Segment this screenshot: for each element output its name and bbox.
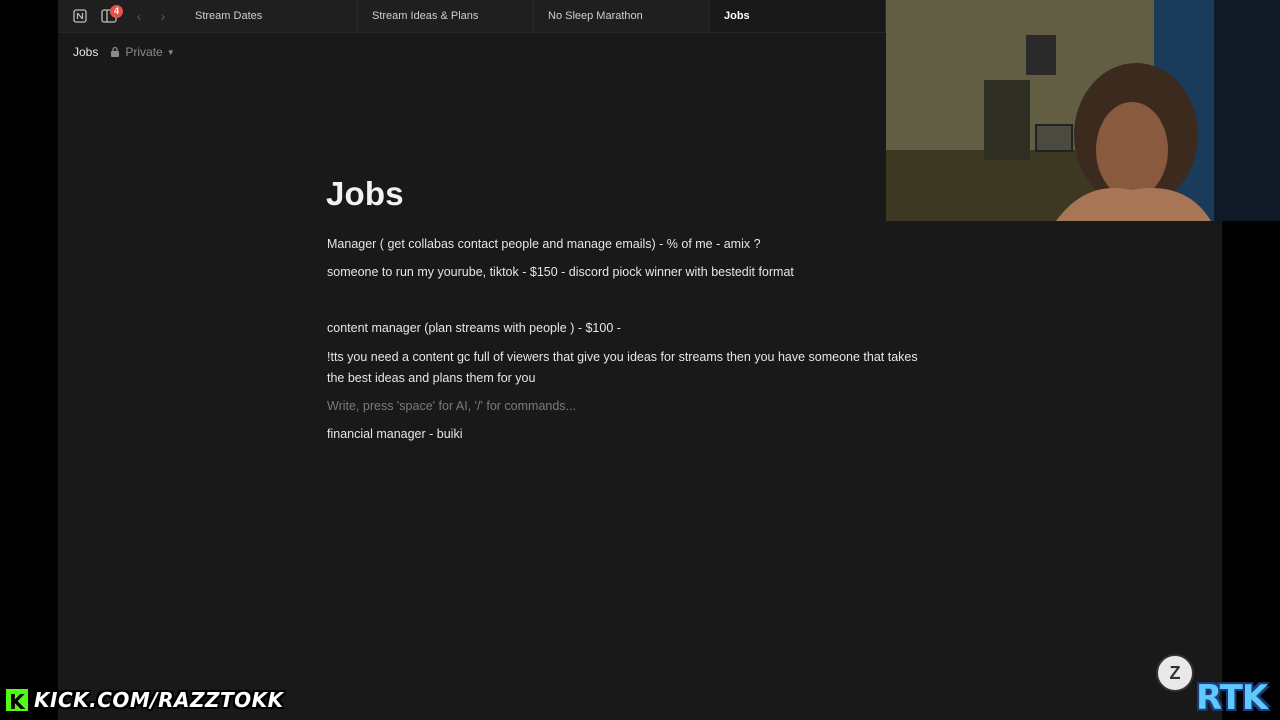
- tab-label: Stream Ideas & Plans: [372, 10, 479, 22]
- tab-label: Jobs: [724, 10, 750, 22]
- text-block-tts-note[interactable]: !tts you need a content gc full of viewe…: [327, 347, 937, 389]
- text-block-financial-manager[interactable]: financial manager - buiki: [327, 424, 937, 445]
- rtk-logo: RTK: [1196, 678, 1268, 718]
- tab-label: Stream Dates: [195, 10, 263, 22]
- notion-logo-icon[interactable]: [72, 8, 88, 24]
- privacy-dropdown[interactable]: Private ▼: [110, 45, 175, 59]
- page-title[interactable]: Jobs: [326, 175, 404, 213]
- tab-stream-ideas-plans[interactable]: Stream Ideas & Plans: [358, 0, 534, 32]
- breadcrumb: Jobs Private ▼: [73, 44, 175, 60]
- right-black-strip: [1222, 221, 1280, 720]
- kick-url: KICK.COM/RAZZTOKK: [34, 688, 284, 712]
- webcam-overlay: [886, 0, 1280, 221]
- back-arrow-icon[interactable]: ‹: [132, 8, 146, 24]
- tab-label: No Sleep Marathon: [548, 10, 643, 22]
- breadcrumb-page[interactable]: Jobs: [73, 45, 98, 59]
- notification-badge: 4: [110, 5, 123, 18]
- kick-overlay: K KICK.COM/RAZZTOKK: [4, 686, 284, 714]
- tab-no-sleep-marathon[interactable]: No Sleep Marathon: [534, 0, 710, 32]
- text-block-content-manager[interactable]: content manager (plan streams with peopl…: [327, 318, 937, 339]
- kick-logo-icon: K: [4, 687, 30, 714]
- mascot-icon: Z: [1156, 654, 1194, 692]
- lock-icon: [111, 46, 120, 57]
- new-block-placeholder[interactable]: Write, press 'space' for AI, '/' for com…: [327, 396, 937, 417]
- chevron-down-icon: ▼: [166, 47, 175, 57]
- tab-stream-dates[interactable]: Stream Dates: [181, 0, 358, 32]
- forward-arrow-icon[interactable]: ›: [156, 8, 170, 24]
- text-block-manager[interactable]: Manager ( get collabas contact people an…: [327, 234, 937, 255]
- text-block-social-runner[interactable]: someone to run my yourube, tiktok - $150…: [327, 262, 937, 283]
- webcam-feed-image: [886, 0, 1280, 221]
- tab-jobs[interactable]: Jobs: [710, 0, 886, 32]
- privacy-label: Private: [125, 45, 163, 59]
- empty-block[interactable]: [327, 290, 937, 311]
